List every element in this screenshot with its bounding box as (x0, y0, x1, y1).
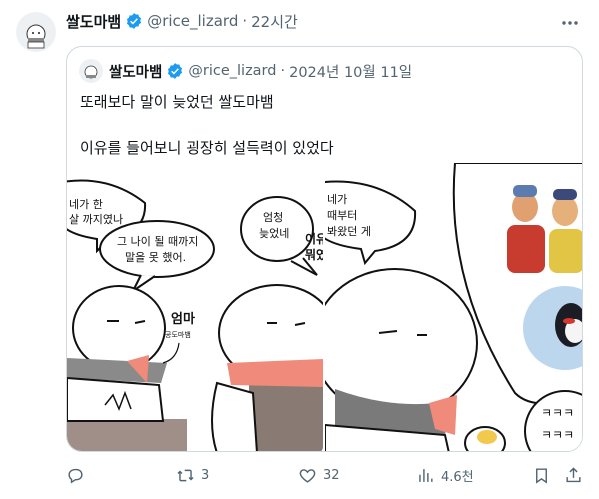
laugh-text-1: ㅋㅋㅋ (541, 406, 574, 420)
quoted-tweet[interactable]: 쌀도마뱀 @rice_lizard · 2024년 10월 11일 또래보다 말… (66, 46, 583, 452)
bubble-1-text-2: 때부터 (327, 209, 357, 222)
more-options-button[interactable] (559, 12, 581, 34)
bubble-1-text-1: 네가 (327, 193, 347, 206)
author-avatar[interactable] (16, 12, 56, 52)
bubble-1-text-3: 봐왔던 게 (327, 225, 371, 238)
mom-sub-label: 공도마뱀 (165, 330, 191, 339)
bubble-3-text-1: 엄청 (263, 211, 283, 224)
quoted-date: 2024년 10월 11일 (289, 64, 413, 81)
like-count: 32 (323, 468, 340, 483)
quoted-author-name: 쌀도마뱀 (109, 64, 163, 81)
quoted-author-avatar (79, 59, 103, 83)
quoted-text-line1: 또래보다 말이 늦었던 쌀도마뱀 (80, 93, 274, 111)
retweet-button[interactable]: 3 (176, 466, 209, 485)
post-time[interactable]: 22시간 (251, 11, 298, 32)
lizard-avatar-icon (84, 65, 98, 79)
quoted-header: 쌀도마뱀 @rice_lizard · 2024년 10월 11일 (79, 59, 413, 83)
bookmark-button[interactable] (532, 466, 551, 485)
tweet-header: 쌀도마뱀 @rice_lizard · 22시간 (66, 10, 298, 32)
bubble-2-text-1: 그 나이 될 때까지 (117, 234, 198, 248)
quoted-author-handle: @rice_lizard (188, 63, 277, 79)
comic-image-2[interactable]: 네가 때부터 봐왔던 게 ㅋㅋㅋ ㅋㅋㅋ (325, 163, 582, 451)
retweet-count: 3 (201, 468, 210, 483)
mom-label: 엄마 (171, 311, 195, 327)
verified-badge-icon (127, 13, 142, 29)
bubble-4-text-2: 뭐였 (305, 248, 323, 262)
media-grid[interactable]: 네가 한 살 까지였나 그 나이 될 때까지 말을 못 했어. 엄청 늦었네 이… (67, 163, 582, 451)
author-handle[interactable]: @rice_lizard (147, 12, 238, 30)
reply-icon (68, 468, 83, 484)
more-dots-icon (562, 21, 578, 25)
comic-panel-2-art: 네가 때부터 봐왔던 게 ㅋㅋㅋ ㅋㅋㅋ (325, 163, 582, 451)
bookmark-icon (536, 468, 547, 484)
views-button[interactable]: 4.6천 (416, 466, 474, 485)
quoted-text-line2: 이유를 들어보니 굉장히 설득력이 있었다 (80, 139, 334, 157)
lizard-avatar-icon (26, 24, 46, 49)
action-bar: 3 32 4.6천 (66, 462, 586, 492)
like-button[interactable]: 32 (298, 466, 340, 485)
comic-panel-1-art: 네가 한 살 까지였나 그 나이 될 때까지 말을 못 했어. 엄청 늦었네 이… (67, 179, 323, 451)
retweet-icon (177, 469, 194, 482)
separator-dot: · (280, 63, 286, 79)
bubble-4-text-1: 이유 (305, 231, 323, 246)
separator-dot: · (242, 12, 248, 30)
share-icon (566, 467, 581, 483)
laugh-text-2: ㅋㅋㅋ (541, 428, 574, 442)
share-button[interactable] (564, 466, 583, 485)
bubble-1-text-2: 살 까지였나 (69, 213, 123, 226)
bubble-2-text-2: 말을 못 했어. (125, 251, 186, 264)
heart-icon (299, 469, 316, 483)
bubble-1-text-1: 네가 한 (69, 198, 103, 211)
reply-button[interactable] (66, 466, 91, 485)
bar-chart-icon (419, 469, 433, 482)
bubble-3-text-2: 늦었네 (259, 227, 289, 240)
comic-image-1[interactable]: 네가 한 살 까지였나 그 나이 될 때까지 말을 못 했어. 엄청 늦었네 이… (67, 163, 323, 451)
views-count: 4.6천 (441, 470, 474, 485)
author-name[interactable]: 쌀도마뱀 (66, 11, 121, 32)
verified-badge-icon (168, 63, 183, 79)
